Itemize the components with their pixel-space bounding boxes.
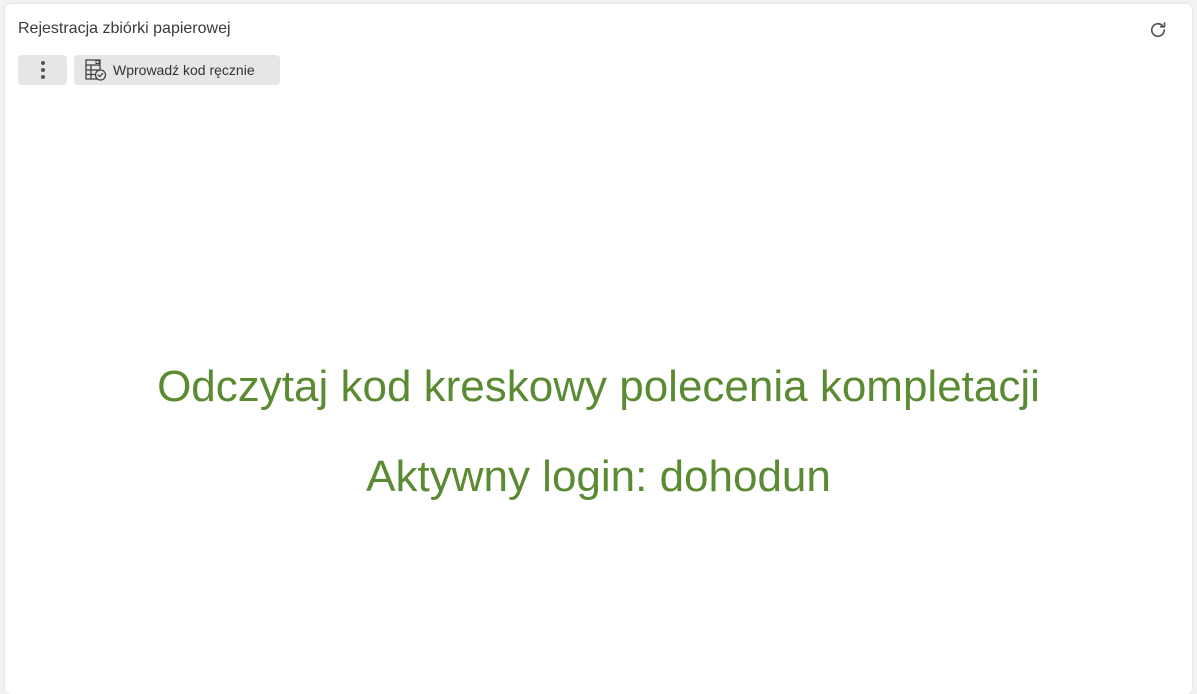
active-login-text: Aktywny login: dohodun <box>366 452 831 501</box>
toolbar: Wprowadź kod ręcznie <box>18 55 280 85</box>
more-vertical-icon <box>40 60 46 80</box>
more-options-button[interactable] <box>18 55 67 85</box>
manual-entry-label: Wprowadź kod ręcznie <box>113 62 255 78</box>
refresh-icon <box>1148 20 1168 40</box>
panel-title: Rejestracja zbiórki papierowej <box>18 20 231 37</box>
manual-entry-button[interactable]: Wprowadź kod ręcznie <box>74 55 280 85</box>
scan-panel: Rejestracja zbiórki papierowej Wprowadź … <box>5 4 1192 694</box>
refresh-button[interactable] <box>1147 19 1169 41</box>
scan-prompt-text: Odczytaj kod kreskowy polecenia kompleta… <box>157 362 1040 411</box>
table-check-icon <box>84 58 108 82</box>
